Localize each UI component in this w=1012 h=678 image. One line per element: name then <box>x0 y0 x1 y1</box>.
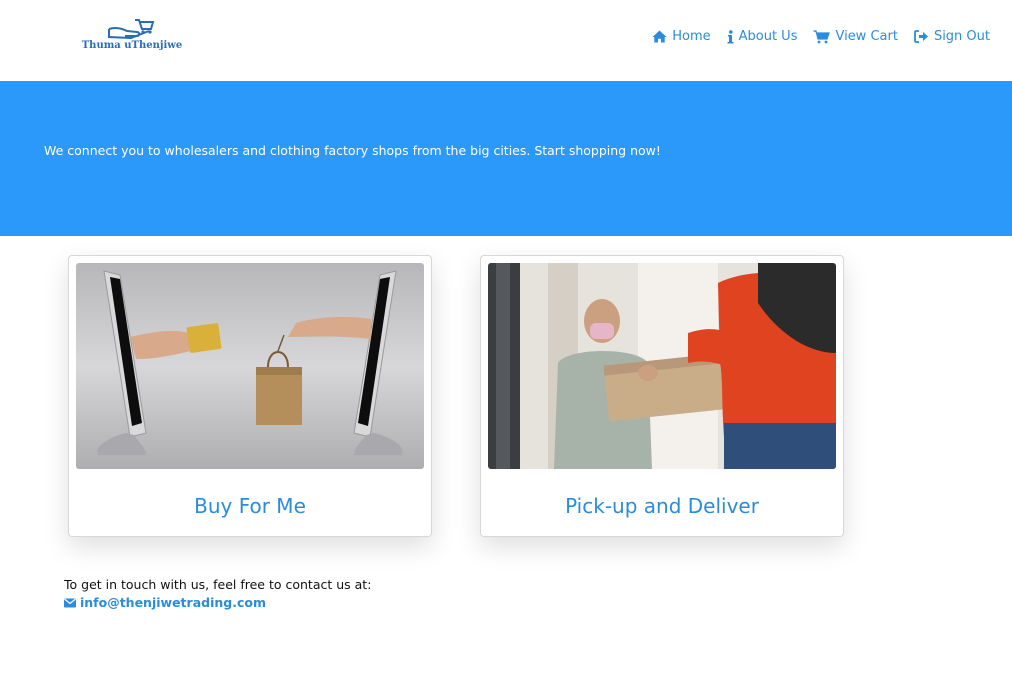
hero-tagline: We connect you to wholesalers and clothi… <box>44 143 661 158</box>
envelope-icon <box>64 598 76 607</box>
nav-sign-out[interactable]: Sign Out <box>914 29 990 44</box>
pick-up-and-deliver-card[interactable]: Pick-up and Deliver <box>480 255 844 537</box>
pick-up-and-deliver-title: Pick-up and Deliver <box>565 494 759 518</box>
brand-logo[interactable]: Thuma uThenjiwe <box>80 17 184 55</box>
online-shopping-image <box>76 263 424 469</box>
home-icon <box>652 30 667 43</box>
buy-for-me-title: Buy For Me <box>194 494 306 518</box>
nav-home[interactable]: Home <box>652 29 711 44</box>
nav-view-cart-label: View Cart <box>835 29 898 44</box>
site-header: Thuma uThenjiwe Home About Us View Cart <box>0 0 1012 81</box>
delivery-image <box>488 263 836 469</box>
brand-name: Thuma uThenjiwe <box>81 40 183 51</box>
sign-out-icon <box>914 30 928 43</box>
nav-about[interactable]: About Us <box>727 29 798 44</box>
info-icon <box>727 29 734 43</box>
hero-banner: We connect you to wholesalers and clothi… <box>0 81 1012 236</box>
cart-icon <box>813 29 831 43</box>
nav-sign-out-label: Sign Out <box>933 29 990 44</box>
hand-cart-logo-icon <box>108 19 155 39</box>
nav-home-label: Home <box>672 29 711 44</box>
contact-intro: To get in touch with us, feel free to co… <box>64 577 372 592</box>
nav-view-cart[interactable]: View Cart <box>813 29 898 44</box>
contact-section: To get in touch with us, feel free to co… <box>64 577 371 610</box>
contact-email-link[interactable]: info@thenjiwetrading.com <box>64 595 371 610</box>
main-nav: Home About Us View Cart Sign Out <box>652 29 990 44</box>
nav-about-label: About Us <box>738 29 798 44</box>
contact-email-text: info@thenjiwetrading.com <box>80 595 266 610</box>
buy-for-me-card[interactable]: Buy For Me <box>68 255 432 537</box>
